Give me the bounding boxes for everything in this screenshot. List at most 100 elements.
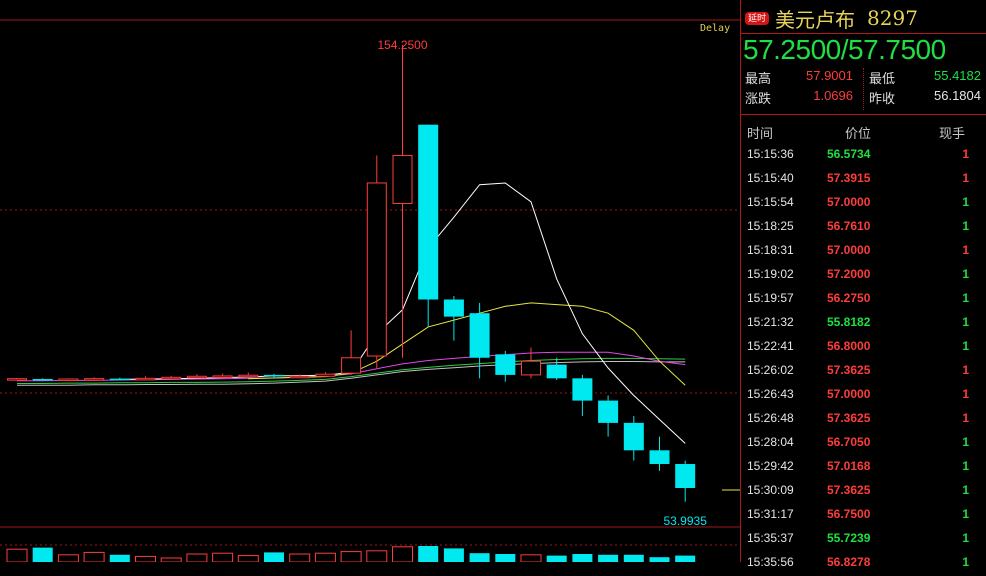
tick-row[interactable]: 15:15:54 57.0000 1 [741,192,986,216]
volume-bar [340,551,362,562]
bid-ask-price: 57.2500/57.7500 [743,34,946,65]
candle-body [84,378,105,381]
tick-row[interactable]: 15:26:02 57.3625 1 [741,360,986,384]
volume-bar [495,554,516,562]
candle-body [186,375,207,379]
tick-row[interactable]: 15:26:48 57.3625 1 [741,408,986,432]
tick-row[interactable]: 15:19:02 57.2000 1 [741,264,986,288]
ma10-line [248,302,686,386]
change-value: 1.0696 [813,88,853,103]
candle-body [572,378,593,401]
chart-canvas[interactable]: 154.2500 53.9935 [0,0,740,562]
tick-volume: 1 [962,171,969,185]
candle-body [546,364,567,379]
volume-bar [57,554,79,562]
high-value: 57.9001 [806,68,853,83]
tick-price: 57.3625 [827,363,871,377]
tick-row[interactable]: 15:18:31 57.0000 1 [741,240,986,264]
volume-bar [392,546,413,562]
tick-price: 57.3625 [827,411,871,425]
candle-body [289,375,310,379]
volume-bar [109,554,130,562]
low-value: 55.4182 [934,68,981,83]
volume-bar [623,554,644,562]
candle-body [315,373,336,377]
volume-bar [418,546,439,562]
change-label: 涨跌 [745,91,772,106]
volume-bar [135,555,156,562]
tick-row[interactable]: 15:21:32 55.8182 1 [741,312,986,336]
tick-volume: 1 [962,531,969,545]
col-volume-header: 现手 [939,126,966,141]
tick-time: 15:15:40 [747,171,794,185]
tick-row[interactable]: 15:19:57 56.2750 1 [741,288,986,312]
volume-bar [264,552,284,562]
tick-row[interactable]: 15:15:40 57.3915 1 [741,168,986,192]
tick-time: 15:19:02 [747,267,794,281]
tick-row[interactable]: 15:35:56 56.8278 1 [741,552,986,576]
tick-row[interactable]: 15:29:42 57.0168 1 [741,456,986,480]
candle-body [418,124,439,300]
tick-table[interactable]: 15:15:36 56.5734 1 15:15:40 57.3915 1 15:15:54… [741,144,986,576]
col-price-header: 价位 [845,126,872,141]
tick-volume: 1 [962,315,969,329]
instrument-name: 美元卢布 [775,7,856,32]
volume-bar [32,547,53,562]
tick-time: 15:15:36 [747,147,794,161]
volume-bar [212,552,234,562]
tick-time: 15:28:04 [747,435,794,449]
tick-row[interactable]: 15:15:36 56.5734 1 [741,144,986,168]
volume-bar [469,553,490,562]
candle-body [366,182,387,357]
low-label: 最低 [869,71,896,86]
quote-panel: 延时 美元卢布 8297 57.2500/57.7500 最高 57.9001 … [740,0,986,569]
candle-body [109,378,130,381]
volume-bar [546,555,567,562]
tick-price: 57.0168 [827,459,871,473]
tick-time: 15:26:02 [747,363,794,377]
tick-row[interactable]: 15:28:04 56.7050 1 [741,432,986,456]
tick-table-header: 时间 价位 现手 [741,123,986,141]
tick-volume: 1 [962,555,969,569]
volume-bar [160,557,182,562]
tick-row[interactable]: 15:31:17 56.7500 1 [741,504,986,528]
divider [741,114,986,115]
candle-body [264,374,284,377]
quote-header: 延时 美元卢布 8297 [745,4,918,32]
delay-badge: 延时 [745,11,770,25]
candle-body [623,422,644,451]
tick-time: 15:18:31 [747,243,794,257]
tick-price: 57.0000 [827,195,871,209]
tick-time: 15:18:25 [747,219,794,233]
candlestick-chart[interactable]: 154.2500 53.9935 Delay [0,0,740,562]
tick-time: 15:35:56 [747,555,794,569]
high-price-label: 154.2500 [377,38,427,52]
tick-price: 57.2000 [827,267,871,281]
tick-time: 15:21:32 [747,315,794,329]
tick-row[interactable]: 15:18:25 56.7610 1 [741,216,986,240]
instrument-code: 8297 [867,6,918,30]
tick-row[interactable]: 15:30:09 57.3625 1 [741,480,986,504]
tick-volume: 1 [962,411,969,425]
tick-price: 56.7050 [827,435,871,449]
tick-volume: 1 [962,363,969,377]
volume-bar [366,550,388,562]
tick-volume: 1 [962,339,969,353]
tick-time: 15:26:48 [747,411,794,425]
tick-price: 57.0000 [827,387,871,401]
tick-price: 56.8278 [827,555,871,569]
candle-body [32,379,53,381]
volume-bar [6,548,28,562]
tick-volume: 1 [962,291,969,305]
tick-time: 15:15:54 [747,195,794,209]
candle-body [135,377,156,381]
volume-bar [520,554,542,562]
tick-volume: 1 [962,507,969,521]
tick-row[interactable]: 15:26:43 57.0000 1 [741,384,986,408]
tick-price: 56.7610 [827,219,871,233]
tick-time: 15:22:41 [747,339,794,353]
tick-row[interactable]: 15:22:41 56.8000 1 [741,336,986,360]
volume-bar [83,551,105,562]
tick-price: 55.7239 [827,531,871,545]
tick-row[interactable]: 15:35:37 55.7239 1 [741,528,986,552]
